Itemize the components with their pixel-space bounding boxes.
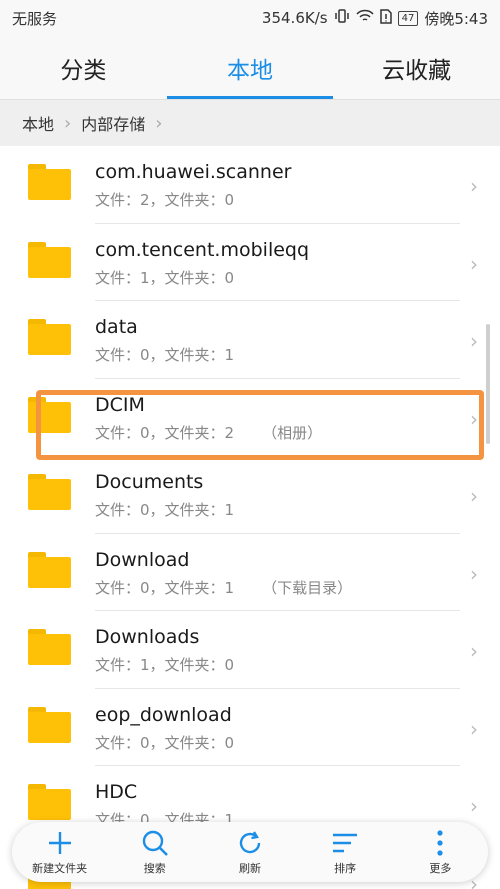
file-meta: 文件：0，文件夹：1 [95, 344, 460, 365]
file-meta: 文件：0，文件夹：0 [95, 732, 460, 753]
more-icon [436, 828, 444, 858]
file-counts: 文件：1，文件夹：0 [95, 268, 235, 287]
breadcrumb-local[interactable]: 本地 [22, 111, 54, 135]
file-row[interactable]: Download 文件：0，文件夹：1 （下载目录） › [0, 534, 500, 611]
file-counts: 文件：0，文件夹：1 [95, 578, 235, 597]
file-row[interactable]: data 文件：0，文件夹：1 › [0, 301, 500, 379]
file-counts: 文件：2，文件夹：0 [95, 191, 235, 209]
battery-icon: 47 [397, 10, 419, 26]
breadcrumb: 本地 › 内部存储 › [0, 100, 500, 146]
file-row[interactable]: eop_download 文件：0，文件夹：0 › [0, 689, 500, 766]
sim-alert-icon [379, 8, 392, 28]
bottom-action-bar: 新建文件夹 搜索 刷新 排序 更多 [12, 822, 488, 882]
folder-icon [28, 706, 71, 743]
file-counts: 文件：0，文件夹：0 [95, 733, 235, 752]
new-folder-label: 新建文件夹 [32, 862, 88, 875]
chevron-right-icon: › [470, 716, 478, 741]
file-info: DCIM 文件：0，文件夹：2 （相册） [95, 393, 460, 456]
chevron-right-icon: › [470, 639, 478, 663]
status-bar: 无服务 354.6K/s 47 傍晚5:43 [0, 0, 500, 36]
file-name: HDC [95, 781, 138, 803]
folder-tag: （相册） [262, 423, 323, 442]
chevron-right-icon: › [155, 112, 163, 134]
file-counts: 文件：0，文件夹：2 [95, 423, 235, 442]
search-label: 搜索 [143, 862, 166, 875]
wifi-icon [356, 9, 374, 27]
tab-bar: 分类 本地 云收藏 [0, 36, 500, 100]
file-info: data 文件：0，文件夹：1 [95, 315, 460, 379]
file-row[interactable]: com.tencent.mobileqq 文件：1，文件夹：0 › [0, 224, 500, 301]
sort-button[interactable]: 排序 [300, 828, 390, 876]
tab-local[interactable]: 本地 [166, 36, 334, 99]
more-button[interactable]: 更多 [395, 828, 485, 876]
file-row[interactable]: com.huawei.scanner 文件：2，文件夹：0 › [0, 146, 500, 224]
file-meta: 文件：0，文件夹：2 （相册） [95, 422, 460, 443]
file-name: com.huawei.scanner [95, 161, 292, 183]
plus-icon [47, 828, 73, 858]
chevron-right-icon: › [470, 406, 478, 431]
file-meta: 文件：1，文件夹：0 [95, 654, 460, 675]
file-name: data [95, 316, 138, 338]
chevron-right-icon: › [470, 174, 478, 198]
breadcrumb-internal-storage[interactable]: 内部存储 [81, 111, 145, 135]
file-info: Documents 文件：0，文件夹：1 [95, 470, 460, 534]
file-meta: 文件：2，文件夹：0 [95, 189, 460, 210]
file-meta: 文件：0，文件夹：1 [95, 499, 460, 520]
tab-category[interactable]: 分类 [0, 36, 167, 99]
tab-cloud-favorites[interactable]: 云收藏 [333, 36, 500, 99]
folder-icon [28, 241, 71, 278]
file-meta: 文件：0，文件夹：1 （下载目录） [95, 577, 460, 598]
file-counts: 文件：1，文件夹：0 [95, 656, 235, 674]
file-counts: 文件：0，文件夹：1 [95, 501, 235, 519]
file-row[interactable]: DCIM 文件：0，文件夹：2 （相册） › [0, 379, 500, 456]
file-name: Download [95, 548, 190, 571]
carrier-text: 无服务 [12, 9, 58, 28]
chevron-right-icon: › [470, 329, 478, 353]
folder-icon [28, 319, 71, 355]
file-info: eop_download 文件：0，文件夹：0 [95, 703, 460, 766]
file-info: Downloads 文件：1，文件夹：0 [95, 625, 460, 689]
file-list: com.huawei.scanner 文件：2，文件夹：0 › com.tencent… [0, 146, 500, 889]
folder-icon [28, 396, 71, 433]
file-meta: 文件：1，文件夹：0 [95, 267, 460, 288]
file-info: com.tencent.mobileqq 文件：1，文件夹：0 [95, 238, 460, 301]
chevron-right-icon: › [470, 794, 478, 818]
refresh-button[interactable]: 刷新 [205, 828, 295, 876]
file-name: Downloads [95, 626, 200, 648]
file-row[interactable]: Downloads 文件：1，文件夹：0 › [0, 611, 500, 689]
sort-icon [331, 828, 359, 858]
network-speed: 354.6K/s [261, 9, 328, 27]
status-icons: 354.6K/s 47 傍晚5:43 [262, 8, 488, 29]
folder-icon [28, 629, 71, 665]
sort-label: 排序 [334, 862, 357, 875]
refresh-label: 刷新 [238, 862, 261, 875]
folder-icon [28, 551, 71, 588]
file-name: com.tencent.mobileqq [95, 238, 310, 261]
refresh-icon [236, 828, 264, 858]
chevron-right-icon: › [470, 561, 478, 586]
chevron-right-icon: › [470, 251, 478, 276]
chevron-right-icon: › [64, 112, 72, 134]
file-name: Documents [95, 471, 204, 493]
search-button[interactable]: 搜索 [110, 828, 200, 876]
folder-icon [28, 164, 71, 200]
new-folder-button[interactable]: 新建文件夹 [15, 828, 105, 876]
file-counts: 文件：0，文件夹：1 [95, 346, 235, 364]
file-info: Download 文件：0，文件夹：1 （下载目录） [95, 548, 460, 611]
file-row[interactable]: Documents 文件：0，文件夹：1 › [0, 456, 500, 534]
more-label: 更多 [429, 862, 452, 875]
chevron-right-icon: › [470, 484, 478, 508]
folder-icon [28, 784, 71, 820]
folder-icon [28, 474, 71, 510]
file-name: eop_download [95, 703, 232, 726]
file-info: com.huawei.scanner 文件：2，文件夹：0 [95, 160, 460, 224]
clock-time: 傍晚5:43 [424, 9, 488, 28]
search-icon [141, 828, 169, 858]
file-name: DCIM [95, 393, 145, 416]
scrollbar-thumb[interactable] [486, 324, 490, 444]
folder-tag: （下载目录） [262, 578, 353, 597]
vibrate-icon [334, 9, 350, 27]
